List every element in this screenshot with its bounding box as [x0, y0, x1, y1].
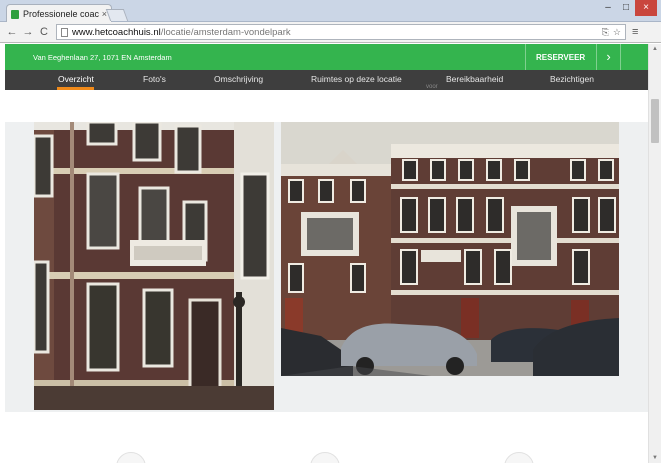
address-bar[interactable]: www.hetcoachhuis.nl /locatie/amsterdam-v…: [56, 24, 626, 40]
maximize-button[interactable]: □: [617, 0, 635, 16]
forward-button[interactable]: →: [20, 26, 36, 38]
star-icon[interactable]: ☆: [613, 27, 621, 38]
minimize-button[interactable]: –: [599, 0, 617, 16]
url-path: /locatie/amsterdam-vondelpark: [160, 26, 291, 38]
tab-fotos[interactable]: Foto's: [143, 70, 166, 90]
scroll-up-icon[interactable]: ▲: [652, 46, 658, 52]
back-button[interactable]: ←: [4, 26, 20, 38]
tab-bereikbaarheid[interactable]: Bereikbaarheid: [446, 70, 503, 90]
facade-illustration: [34, 122, 274, 410]
url-host: www.hetcoachhuis.nl: [72, 26, 161, 38]
window-controls: – □ ×: [599, 0, 657, 16]
gallery-photo-street[interactable]: [281, 122, 619, 376]
translate-icon[interactable]: ⎘: [602, 27, 609, 38]
browser-titlebar: Professionele coach × – □ ×: [0, 0, 661, 23]
browser-menu-button[interactable]: ≡: [632, 26, 638, 38]
content-top: [5, 90, 648, 122]
favicon-icon: [11, 9, 19, 19]
browser-tab[interactable]: Professionele coach ×: [6, 4, 112, 23]
new-tab-button[interactable]: [105, 9, 129, 21]
tab-title: Professionele coach: [23, 9, 99, 19]
street-illustration: [281, 122, 619, 376]
tab-ruimtes[interactable]: Ruimtes op deze locatie: [311, 70, 402, 90]
tab-omschrijving[interactable]: Omschrijving: [214, 70, 263, 90]
browser-toolbar: ← → C www.hetcoachhuis.nl /locatie/amste…: [0, 22, 661, 43]
chevron-right-icon[interactable]: ›: [596, 44, 620, 70]
location-address: Van Eeghenlaan 27, 1071 EN Amsterdam: [33, 52, 172, 62]
page-icon: [61, 27, 68, 37]
section-nav: Overzicht Foto's Omschrijving Ruimtes op…: [5, 70, 648, 90]
reload-button[interactable]: C: [36, 26, 52, 38]
close-window-button[interactable]: ×: [635, 0, 657, 16]
tab-bezichtigen[interactable]: Bezichtigen: [550, 70, 594, 90]
page-scrollbar[interactable]: ▲ ▼: [648, 44, 661, 463]
scroll-thumb[interactable]: [651, 99, 659, 143]
reserve-button[interactable]: RESERVEER: [525, 44, 596, 70]
gallery-photo-facade[interactable]: [34, 122, 274, 410]
scroll-down-icon[interactable]: ▼: [652, 455, 658, 461]
header-spacer: [620, 44, 648, 70]
site-header: Van Eeghenlaan 27, 1071 EN Amsterdam RES…: [5, 44, 648, 70]
